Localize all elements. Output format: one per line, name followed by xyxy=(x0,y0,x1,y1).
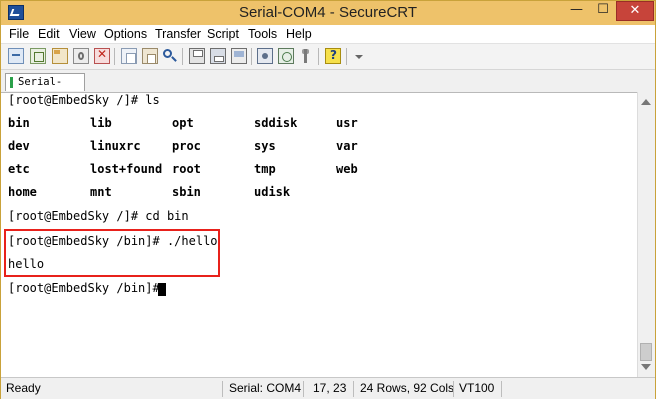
status-divider xyxy=(453,381,454,397)
status-divider xyxy=(222,381,223,397)
status-bar: Ready Serial: COM4 17, 23 24 Rows, 92 Co… xyxy=(1,377,655,399)
ls-entry: home xyxy=(8,185,37,199)
scroll-down-arrow-icon[interactable] xyxy=(641,364,651,370)
keymap-icon[interactable] xyxy=(298,48,314,64)
status-connection: Serial: COM4 xyxy=(229,381,302,395)
status-divider xyxy=(501,381,502,397)
maximize-button[interactable]: ☐ xyxy=(590,1,616,21)
menu-transfer[interactable]: Transfer xyxy=(155,25,201,43)
session-tab-strip: Serial-COM4 xyxy=(1,70,655,105)
status-divider xyxy=(353,381,354,397)
scroll-up-arrow-icon[interactable] xyxy=(641,99,651,105)
ls-entry: dev xyxy=(8,139,30,153)
toolbar-separator xyxy=(251,48,252,65)
ls-entry: proc xyxy=(172,139,201,153)
menu-file[interactable]: File xyxy=(9,25,29,43)
menu-script[interactable]: Script xyxy=(207,25,239,43)
ls-entry: sys xyxy=(254,139,276,153)
connect-icon[interactable] xyxy=(8,48,24,64)
menu-bar: File Edit View Options Transfer Script T… xyxy=(1,25,655,44)
ls-entry: tmp xyxy=(254,162,276,176)
toolbar xyxy=(1,44,655,70)
menu-edit[interactable]: Edit xyxy=(38,25,60,43)
terminal-line: [root@EmbedSky /]# cd bin xyxy=(8,209,189,223)
paste-icon[interactable] xyxy=(142,48,158,64)
ls-entry: udisk xyxy=(254,185,291,199)
session-options-icon[interactable] xyxy=(257,48,273,64)
menu-view[interactable]: View xyxy=(69,25,96,43)
ls-entry: root xyxy=(172,162,201,176)
toolbar-separator xyxy=(346,48,347,65)
securecrt-window: Serial-COM4 - SecureCRT — ☐ ✕ File Edit … xyxy=(0,0,656,399)
ls-entry: bin xyxy=(8,116,30,130)
ls-entry: web xyxy=(336,162,358,176)
global-options-icon[interactable] xyxy=(278,48,294,64)
scrollbar-thumb[interactable] xyxy=(640,343,652,361)
highlight-annotation-box xyxy=(4,229,220,277)
disconnect-icon[interactable] xyxy=(94,47,110,64)
menu-help[interactable]: Help xyxy=(286,25,312,43)
menu-tools[interactable]: Tools xyxy=(248,25,277,43)
find-icon[interactable] xyxy=(162,48,178,64)
status-emulation: VT100 xyxy=(459,381,495,395)
ls-entry: etc xyxy=(8,162,30,176)
reconnect-icon[interactable] xyxy=(73,48,89,64)
status-ready: Ready xyxy=(6,381,41,395)
ls-entry: sddisk xyxy=(254,116,298,130)
terminal-line: [root@EmbedSky /]# ls xyxy=(8,93,160,107)
status-terminal-size: 24 Rows, 92 Cols xyxy=(360,381,455,395)
connect-in-tab-icon[interactable] xyxy=(52,48,68,64)
terminal-output[interactable]: [root@EmbedSky /]# ls bin lib opt sddisk… xyxy=(1,92,637,378)
close-button[interactable]: ✕ xyxy=(616,1,654,21)
ls-entry: lib xyxy=(90,116,112,130)
status-divider xyxy=(303,381,304,397)
terminal-scrollbar[interactable] xyxy=(637,92,655,377)
menu-options[interactable]: Options xyxy=(104,25,147,43)
print-screen-icon[interactable] xyxy=(231,48,247,64)
ls-entry: sbin xyxy=(172,185,201,199)
toolbar-separator xyxy=(114,48,115,65)
terminal-prompt: [root@EmbedSky /bin]# xyxy=(8,281,167,295)
ls-entry: opt xyxy=(172,116,194,130)
copy-icon[interactable] xyxy=(121,48,137,64)
ls-entry: usr xyxy=(336,116,358,130)
ls-entry: linuxrc xyxy=(90,139,141,153)
tab-label: Serial-COM4 xyxy=(18,76,63,105)
toolbar-separator xyxy=(318,48,319,65)
ls-entry: var xyxy=(336,139,358,153)
tab-serial-com4[interactable]: Serial-COM4 xyxy=(5,73,85,105)
print-selection-icon[interactable] xyxy=(210,48,226,64)
minimize-button[interactable]: — xyxy=(563,1,590,21)
toolbar-dropdown-icon[interactable] xyxy=(351,48,367,64)
status-cursor-position: 17, 23 xyxy=(313,381,347,395)
window-title: Serial-COM4 - SecureCRT xyxy=(238,4,418,21)
print-icon[interactable] xyxy=(189,48,205,64)
connection-status-icon xyxy=(10,77,13,88)
help-icon[interactable] xyxy=(325,48,341,64)
quick-connect-icon[interactable] xyxy=(30,48,46,64)
terminal-cursor xyxy=(158,283,166,296)
toolbar-separator xyxy=(182,48,183,65)
ls-entry: lost+found xyxy=(90,162,163,176)
title-bar[interactable]: Serial-COM4 - SecureCRT — ☐ ✕ xyxy=(1,1,655,25)
ls-entry: mnt xyxy=(90,185,112,199)
